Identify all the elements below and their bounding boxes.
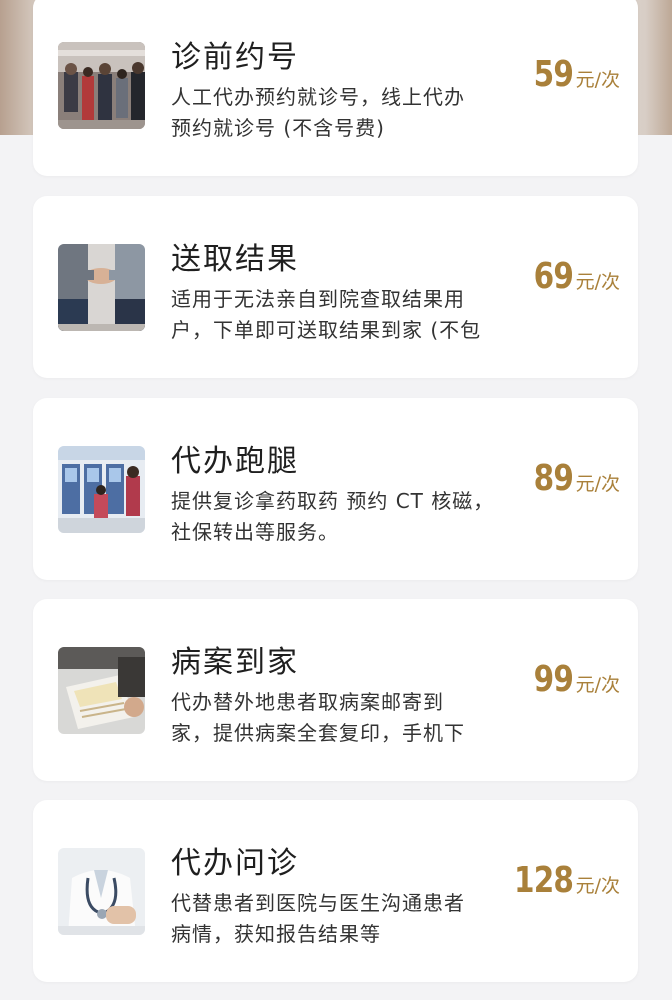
price-unit: 元/次 bbox=[575, 271, 620, 293]
service-description-line: 提供复诊拿药取药 预约 CT 核磁， bbox=[171, 489, 495, 513]
self-service-kiosk-photo-icon bbox=[58, 446, 145, 533]
service-price: 89 元/次 bbox=[525, 458, 620, 499]
service-description-line: 家，提供病案全套复印，手机下 bbox=[171, 721, 465, 745]
service-description: 代替患者到医院与医生沟通患者 病情，获知报告结果等 bbox=[171, 888, 511, 950]
service-price: 59 元/次 bbox=[525, 54, 620, 95]
price-unit: 元/次 bbox=[575, 674, 620, 696]
service-card-errands[interactable]: 代办跑腿 提供复诊拿药取药 预约 CT 核磁， 社保转出等服务。 89 元/次 bbox=[33, 398, 638, 580]
price-amount: 99 bbox=[534, 659, 574, 700]
service-card-medical-records[interactable]: 病案到家 代办替外地患者取病案邮寄到 家，提供病案全套复印，手机下 99 元/次 bbox=[33, 599, 638, 781]
service-card-results[interactable]: 送取结果 适用于无法亲自到院查取结果用 户，下单即可送取结果到家 (不包 69 元… bbox=[33, 196, 638, 378]
service-description-line: 预约就诊号 (不含号费) bbox=[171, 116, 385, 140]
service-description-line: 户，下单即可送取结果到家 (不包 bbox=[171, 318, 482, 342]
service-description-line: 代替患者到医院与医生沟通患者 bbox=[171, 891, 465, 915]
service-description-line: 代办替外地患者取病案邮寄到 bbox=[171, 690, 444, 714]
price-unit: 元/次 bbox=[575, 69, 620, 91]
service-price: 69 元/次 bbox=[525, 256, 620, 297]
service-title: 诊前约号 bbox=[171, 40, 299, 75]
service-description-line: 人工代办预约就诊号，线上代办 bbox=[171, 85, 465, 109]
price-amount: 69 bbox=[534, 256, 574, 297]
handshake-photo-icon bbox=[58, 244, 145, 331]
service-title: 送取结果 bbox=[171, 242, 299, 277]
service-description: 提供复诊拿药取药 预约 CT 核磁， 社保转出等服务。 bbox=[171, 486, 511, 548]
service-list-page: 诊前约号 人工代办预约就诊号，线上代办 预约就诊号 (不含号费) 59 元/次 送… bbox=[0, 0, 672, 1000]
price-unit: 元/次 bbox=[575, 875, 620, 897]
service-title: 代办跑腿 bbox=[171, 444, 299, 479]
service-description-line: 适用于无法亲自到院查取结果用 bbox=[171, 287, 465, 311]
price-amount: 128 bbox=[514, 860, 574, 901]
documents-desk-photo-icon bbox=[58, 647, 145, 734]
price-amount: 59 bbox=[534, 54, 574, 95]
doctor-stethoscope-photo-icon bbox=[58, 848, 145, 935]
service-title: 代办问诊 bbox=[171, 846, 299, 881]
service-description-line: 社保转出等服务。 bbox=[171, 520, 339, 544]
service-title: 病案到家 bbox=[171, 645, 299, 680]
service-description-line: 病情，获知报告结果等 bbox=[171, 922, 381, 946]
service-description: 人工代办预约就诊号，线上代办 预约就诊号 (不含号费) bbox=[171, 82, 511, 144]
service-description: 适用于无法亲自到院查取结果用 户，下单即可送取结果到家 (不包 bbox=[171, 284, 511, 346]
service-card-appointment[interactable]: 诊前约号 人工代办预约就诊号，线上代办 预约就诊号 (不含号费) 59 元/次 bbox=[33, 0, 638, 176]
hospital-queue-photo-icon bbox=[58, 42, 145, 129]
service-price: 99 元/次 bbox=[525, 659, 620, 700]
service-description: 代办替外地患者取病案邮寄到 家，提供病案全套复印，手机下 bbox=[171, 687, 511, 749]
price-amount: 89 bbox=[534, 458, 574, 499]
service-price: 128 元/次 bbox=[501, 860, 620, 901]
service-card-consultation[interactable]: 代办问诊 代替患者到医院与医生沟通患者 病情，获知报告结果等 128 元/次 bbox=[33, 800, 638, 982]
price-unit: 元/次 bbox=[575, 473, 620, 495]
